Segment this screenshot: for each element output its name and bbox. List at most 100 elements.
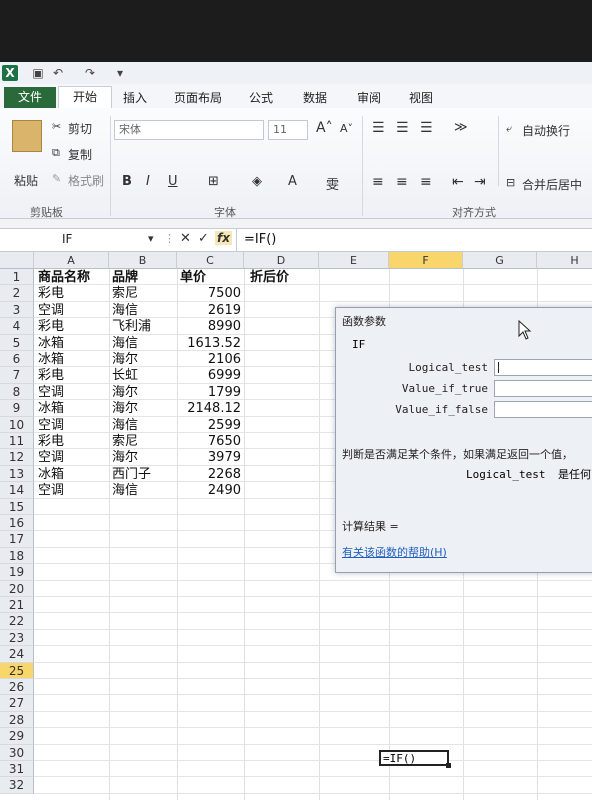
arg-value-if-false-input[interactable] [494, 401, 592, 418]
cut-button[interactable]: 剪切 [68, 120, 92, 137]
cell-unit-price[interactable]: 3979 [177, 450, 241, 466]
wrap-text-icon[interactable]: ⤶ [506, 122, 512, 136]
tab-data[interactable]: 数据 [300, 88, 330, 108]
name-box[interactable]: IF [2, 230, 154, 249]
merge-center-icon[interactable]: ⊟ [506, 176, 515, 189]
font-name-select[interactable]: 宋体 [114, 120, 264, 140]
grow-font-icon[interactable]: A˄ [316, 120, 333, 136]
cell-product-name[interactable]: 彩电 [38, 434, 64, 450]
cell-brand[interactable]: 海尔 [112, 401, 138, 417]
cell-brand[interactable]: 海尔 [112, 352, 138, 368]
row-header[interactable]: 24 [0, 646, 34, 663]
row-header[interactable]: 15 [0, 498, 34, 515]
cell-product-name[interactable]: 冰箱 [38, 352, 64, 368]
name-box-dropdown-icon[interactable]: ▾ [148, 232, 154, 245]
column-header-a[interactable]: A [34, 252, 109, 269]
cell-product-name[interactable]: 彩电 [38, 368, 64, 384]
cell-brand[interactable]: 海尔 [112, 450, 138, 466]
header-product-name[interactable]: 商品名称 [38, 270, 90, 286]
scissors-icon[interactable]: ✂ [52, 120, 61, 133]
cell-unit-price[interactable]: 1799 [177, 385, 241, 401]
cancel-formula-button[interactable]: ✕ [180, 231, 191, 246]
row-header[interactable]: 28 [0, 711, 34, 729]
arg-logical-test-input[interactable] [494, 359, 592, 376]
excel-app-icon[interactable]: X [2, 65, 18, 81]
wrap-text-button[interactable]: 自动换行 [522, 122, 570, 139]
cell-unit-price[interactable]: 2599 [177, 418, 241, 434]
italic-button[interactable]: I [146, 174, 150, 189]
customize-toolbar-icon[interactable]: ▾ [112, 65, 128, 81]
column-header-b[interactable]: B [109, 252, 177, 269]
bold-button[interactable]: B [122, 174, 132, 189]
cell-product-name[interactable]: 空调 [38, 418, 64, 434]
cell-unit-price[interactable]: 1613.52 [177, 336, 241, 352]
column-header-h[interactable]: H [537, 252, 592, 269]
align-bottom-icon[interactable]: ☰ [420, 120, 433, 136]
cell-brand[interactable]: 长虹 [112, 368, 138, 384]
row-header[interactable]: 21 [0, 597, 34, 614]
cell-product-name[interactable]: 空调 [38, 385, 64, 401]
row-header[interactable]: 29 [0, 728, 34, 745]
column-header-e[interactable]: E [319, 252, 389, 269]
row-header[interactable]: 4 [0, 318, 34, 335]
row-header[interactable]: 14 [0, 482, 34, 499]
cell-unit-price[interactable]: 2148.12 [177, 401, 241, 417]
column-header-f[interactable]: F [389, 252, 463, 269]
row-header[interactable]: 18 [0, 547, 34, 565]
cell-unit-price[interactable]: 7500 [177, 286, 241, 302]
row-header[interactable]: 7 [0, 367, 34, 384]
help-link[interactable]: 有关该函数的帮助(H) [342, 544, 447, 560]
insert-function-button[interactable]: fx [215, 231, 232, 245]
row-header[interactable]: 20 [0, 580, 34, 597]
shrink-font-icon[interactable]: A˅ [340, 122, 353, 135]
align-left-icon[interactable]: ≡ [372, 174, 384, 190]
format-painter-button[interactable]: 格式刷 [68, 172, 104, 189]
column-header-d[interactable]: D [244, 252, 319, 269]
row-header[interactable]: 11 [0, 433, 34, 450]
row-header[interactable]: 31 [0, 761, 34, 778]
orientation-icon[interactable]: ≫ [454, 120, 468, 135]
column-header-c[interactable]: C [177, 252, 244, 269]
formula-input[interactable]: =IF() [244, 232, 276, 247]
row-header[interactable]: 9 [0, 400, 34, 417]
cell-brand[interactable]: 西门子 [112, 467, 151, 483]
tab-home[interactable]: 开始 [58, 86, 112, 109]
underline-button[interactable]: U [168, 174, 178, 189]
row-header[interactable]: 22 [0, 613, 34, 630]
cell-brand[interactable]: 海信 [112, 418, 138, 434]
paste-button[interactable]: 粘贴 [14, 172, 38, 189]
font-color-button[interactable]: A [288, 174, 297, 189]
cell-brand[interactable]: 海信 [112, 303, 138, 319]
arg-value-if-true-input[interactable] [494, 380, 592, 397]
paste-icon[interactable] [12, 120, 42, 152]
redo-icon[interactable]: ↷ [82, 65, 98, 81]
row-header[interactable]: 10 [0, 416, 34, 433]
cell-product-name[interactable]: 冰箱 [38, 467, 64, 483]
copy-icon[interactable]: ⧉ [52, 146, 60, 160]
cell-brand[interactable]: 海信 [112, 483, 138, 499]
cell-product-name[interactable]: 冰箱 [38, 401, 64, 417]
save-icon[interactable]: ▣ [30, 65, 46, 81]
align-top-icon[interactable]: ☰ [372, 120, 385, 136]
border-icon[interactable]: ⊞ [208, 174, 219, 189]
cell-brand[interactable]: 海信 [112, 336, 138, 352]
cell-product-name[interactable]: 彩电 [38, 286, 64, 302]
tab-file[interactable]: 文件 [4, 87, 56, 108]
cell-brand[interactable]: 索尼 [112, 286, 138, 302]
cell-unit-price[interactable]: 2619 [177, 303, 241, 319]
row-header[interactable]: 3 [0, 301, 34, 319]
row-header[interactable]: 27 [0, 695, 34, 712]
phonetic-icon[interactable]: 雯 [326, 174, 339, 193]
tab-page-layout[interactable]: 页面布局 [170, 88, 226, 108]
tab-insert[interactable]: 插入 [120, 88, 150, 108]
row-header[interactable]: 23 [0, 629, 34, 647]
copy-button[interactable]: 复制 [68, 146, 92, 163]
row-header[interactable]: 26 [0, 679, 34, 696]
enter-formula-button[interactable]: ✓ [198, 231, 209, 246]
cell-unit-price[interactable]: 2268 [177, 467, 241, 483]
row-header[interactable]: 6 [0, 351, 34, 368]
fill-color-icon[interactable]: ◈ [252, 174, 262, 189]
merge-center-button[interactable]: 合并后居中 [522, 176, 582, 193]
row-header[interactable]: 32 [0, 777, 34, 794]
row-header[interactable]: 30 [0, 744, 34, 761]
